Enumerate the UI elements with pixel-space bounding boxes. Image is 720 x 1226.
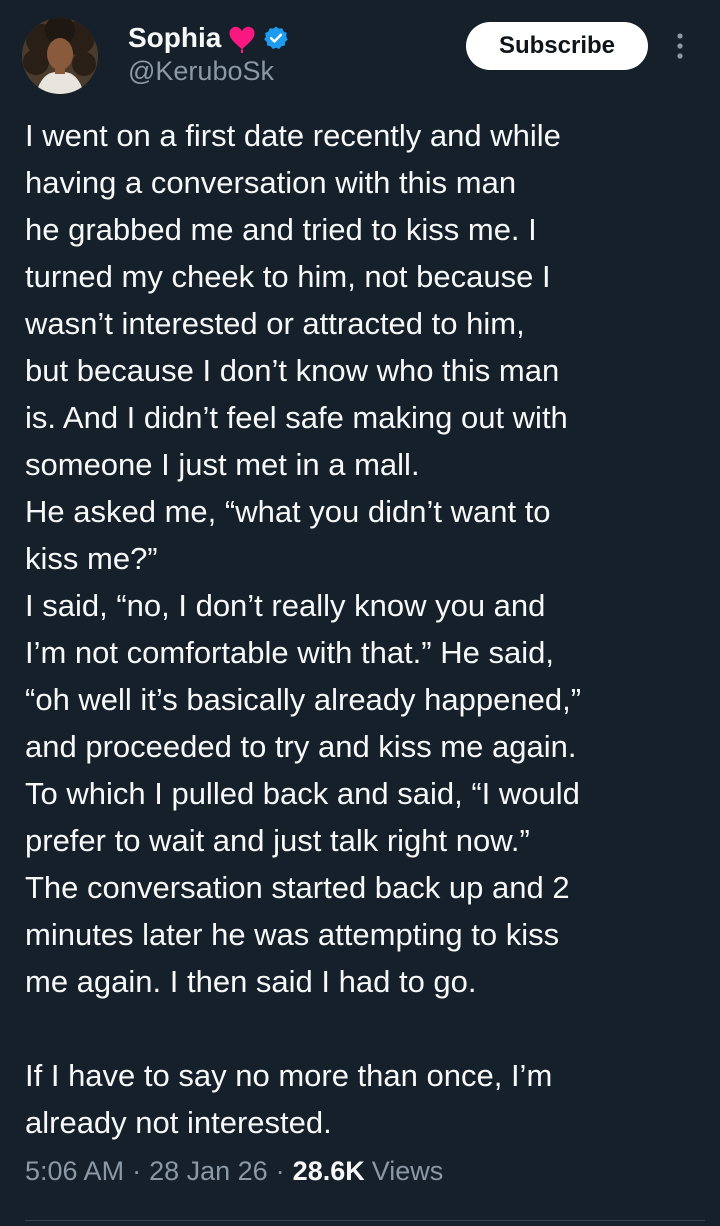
tweet-text-line: I’m not comfortable with that.” He said,	[25, 635, 554, 670]
tweet-text: I went on a first date recently and whil…	[25, 112, 705, 1146]
tweet-text-line: To which I pulled back and said, “I woul…	[25, 776, 580, 811]
views-count[interactable]: 28.6K	[293, 1156, 365, 1187]
author-display-name[interactable]: Sophia	[128, 22, 221, 54]
tweet-text-line: turned my cheek to him, not because I	[25, 259, 551, 294]
avatar[interactable]	[22, 18, 98, 94]
tweet-text-line: The conversation started back up and 2	[25, 870, 570, 905]
tweet-text-line: If I have to say no more than once, I’m	[25, 1058, 553, 1093]
tweet-text-line	[25, 1005, 705, 1052]
tweet-text-line: kiss me?”	[25, 541, 158, 576]
subscribe-button[interactable]: Subscribe	[466, 22, 648, 70]
heart-icon	[227, 23, 257, 53]
tweet-text-line: already not interested.	[25, 1105, 332, 1140]
author-name-row: Sophia	[128, 20, 289, 56]
tweet-text-line: prefer to wait and just talk right now.”	[25, 823, 530, 858]
tweet-text-line: wasn’t interested or attracted to him,	[25, 306, 525, 341]
tweet-time[interactable]: 5:06 AM	[25, 1156, 124, 1187]
meta-separator: ·	[132, 1156, 142, 1186]
tweet-text-line: but because I don’t know who this man	[25, 353, 560, 388]
tweet-text-line: I said, “no, I don’t really know you and	[25, 588, 546, 623]
tweet-text-line: He asked me, “what you didn’t want to	[25, 494, 551, 529]
tweet-header: Sophia @KeruboSk Subscribe	[0, 0, 720, 110]
author-handle[interactable]: @KeruboSk	[128, 56, 274, 87]
tweet-text-line: is. And I didn’t feel safe making out wi…	[25, 400, 568, 435]
tweet-date[interactable]: 28 Jan 26	[149, 1156, 268, 1187]
views-label: Views	[371, 1156, 444, 1186]
tweet-text-line: I went on a first date recently and whil…	[25, 118, 561, 153]
meta-separator: ·	[275, 1156, 285, 1186]
verified-badge-icon[interactable]	[263, 25, 289, 51]
divider	[25, 1220, 705, 1221]
tweet-text-line: “oh well it’s basically already happened…	[25, 682, 582, 717]
tweet-text-line: and proceeded to try and kiss me again.	[25, 729, 577, 764]
tweet-text-line: having a conversation with this man	[25, 165, 517, 200]
avatar-image	[22, 18, 98, 94]
tweet-text-line: someone I just met in a mall.	[25, 447, 420, 482]
more-options-icon[interactable]	[668, 30, 692, 62]
tweet-text-line: he grabbed me and tried to kiss me. I	[25, 212, 537, 247]
tweet-meta: 5:06 AM · 28 Jan 26 · 28.6K Views	[25, 1156, 443, 1187]
tweet-text-line: me again. I then said I had to go.	[25, 964, 477, 999]
tweet-text-line: minutes later he was attempting to kiss	[25, 917, 560, 952]
